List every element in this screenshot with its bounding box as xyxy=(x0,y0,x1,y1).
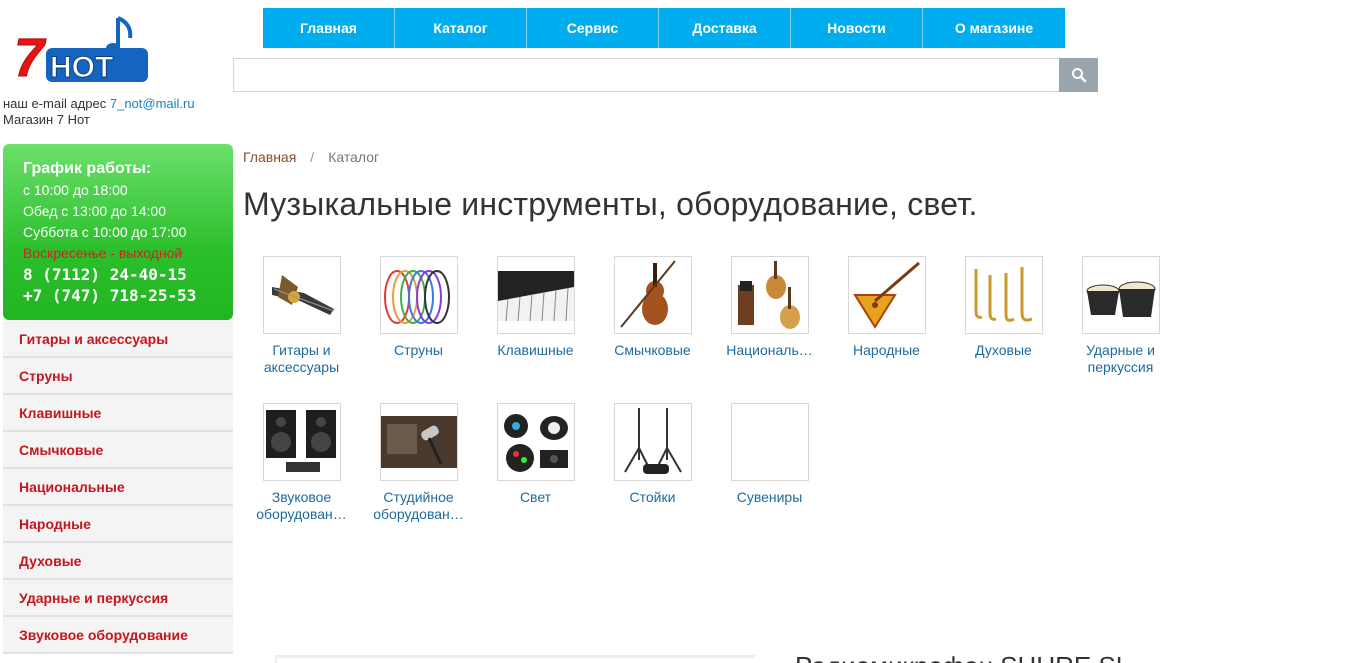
category-light[interactable]: Свет xyxy=(477,403,594,506)
category-bowed[interactable]: Смычковые xyxy=(594,256,711,359)
sidebar-item-wind[interactable]: Духовые xyxy=(3,543,233,580)
category-label: Ударные и перкуссия xyxy=(1086,342,1155,375)
violin-icon xyxy=(613,256,692,334)
contact-info: наш e-mail адрес 7_not@mail.ru Магазин 7… xyxy=(3,96,195,128)
product-heading[interactable]: Радиомикрофон SHURE SL xyxy=(795,651,1130,663)
category-guitars[interactable]: Гитары и аксессуары xyxy=(243,256,360,376)
category-label: Смычковые xyxy=(614,342,691,358)
search-button[interactable] xyxy=(1059,58,1098,92)
bongo-icon xyxy=(1081,256,1160,334)
breadcrumb-home[interactable]: Главная xyxy=(243,149,296,165)
main-nav: Главная Каталог Сервис Доставка Новости … xyxy=(263,8,1065,48)
category-label: Струны xyxy=(394,342,443,358)
email-link[interactable]: 7_not@mail.ru xyxy=(110,96,195,111)
sidebar-item-folk[interactable]: Народные xyxy=(3,506,233,543)
category-label: Звуковое оборудован… xyxy=(256,489,347,522)
product-image-frame xyxy=(275,655,755,663)
category-sound[interactable]: Звуковое оборудован… xyxy=(243,403,360,523)
email-prefix: наш e-mail адрес xyxy=(3,96,107,111)
speaker-icon xyxy=(262,403,341,481)
category-national[interactable]: Националь… xyxy=(711,256,828,359)
work-schedule: График работы: с 10:00 до 18:00 Обед с 1… xyxy=(3,144,233,320)
category-studio[interactable]: Студийное оборудован… xyxy=(360,403,477,523)
schedule-saturday: Суббота с 10:00 до 17:00 xyxy=(23,224,187,240)
category-label: Народные xyxy=(853,342,920,358)
search-bar xyxy=(233,58,1098,92)
category-keyboards[interactable]: Клавишные xyxy=(477,256,594,359)
light-icon xyxy=(496,403,575,481)
sidebar-item-sound[interactable]: Звуковое оборудование xyxy=(3,617,233,654)
schedule-lunch: Обед с 13:00 до 14:00 xyxy=(23,203,166,219)
sidebar-item-strings[interactable]: Струны xyxy=(3,358,233,395)
guitar-icon xyxy=(262,256,341,334)
category-label: Клавишные xyxy=(497,342,574,358)
strings-icon xyxy=(379,256,458,334)
sidebar-item-keyboards[interactable]: Клавишные xyxy=(3,395,233,432)
store-name: Магазин 7 Нот xyxy=(3,112,90,127)
category-label: Сувениры xyxy=(736,489,803,505)
phone-2[interactable]: +7 (747) 718-25-53 xyxy=(23,285,233,306)
svg-text:НОТ: НОТ xyxy=(50,51,113,84)
nav-catalog[interactable]: Каталог xyxy=(395,8,527,48)
nav-news[interactable]: Новости xyxy=(791,8,923,48)
nav-about[interactable]: О магазине xyxy=(923,8,1065,48)
schedule-sunday: Воскресенье - выходной xyxy=(23,245,183,261)
category-label: Националь… xyxy=(726,342,813,358)
stand-icon xyxy=(613,403,692,481)
saxophone-icon xyxy=(964,256,1043,334)
sidebar-item-guitars[interactable]: Гитары и аксессуары xyxy=(3,321,233,358)
category-stands[interactable]: Стойки xyxy=(594,403,711,506)
category-label: Духовые xyxy=(975,342,1032,358)
nav-delivery[interactable]: Доставка xyxy=(659,8,791,48)
dombra-icon xyxy=(730,256,809,334)
category-strings[interactable]: Струны xyxy=(360,256,477,359)
nav-service[interactable]: Сервис xyxy=(527,8,659,48)
category-folk[interactable]: Народные xyxy=(828,256,945,359)
logo-icon: 7 НОТ xyxy=(14,16,148,89)
balalaika-icon xyxy=(847,256,926,334)
category-label: Гитары и аксессуары xyxy=(263,342,340,375)
breadcrumb: Главная / Каталог xyxy=(243,149,379,165)
breadcrumb-current: Каталог xyxy=(328,149,380,165)
category-label: Студийное оборудован… xyxy=(373,489,464,522)
breadcrumb-separator: / xyxy=(310,149,315,165)
phone-1[interactable]: 8 (7112) 24-40-15 xyxy=(23,264,233,285)
sidebar-item-national[interactable]: Национальные xyxy=(3,469,233,506)
nav-home[interactable]: Главная xyxy=(263,8,395,48)
sidebar-item-percussion[interactable]: Ударные и перкуссия xyxy=(3,580,233,617)
category-souvenirs[interactable]: Сувениры xyxy=(711,403,828,506)
search-input[interactable] xyxy=(233,58,1059,92)
sidebar-item-bowed[interactable]: Смычковые xyxy=(3,432,233,469)
site-logo[interactable]: 7 НОТ xyxy=(14,14,154,90)
sidebar-menu: Гитары и аксессуары Струны Клавишные Смы… xyxy=(3,321,233,654)
category-wind[interactable]: Духовые xyxy=(945,256,1062,359)
category-label: Свет xyxy=(519,489,552,505)
page-title: Музыкальные инструменты, оборудование, с… xyxy=(243,186,978,222)
category-label: Стойки xyxy=(629,489,676,505)
schedule-title: График работы: xyxy=(23,160,152,177)
search-icon xyxy=(1071,68,1086,83)
category-percussion[interactable]: Ударные и перкуссия xyxy=(1062,256,1179,376)
svg-text:7: 7 xyxy=(14,28,47,88)
schedule-hours: с 10:00 до 18:00 xyxy=(23,182,128,198)
microphone-icon xyxy=(379,403,458,481)
souvenir-icon xyxy=(730,403,809,481)
keyboard-icon xyxy=(496,256,575,334)
